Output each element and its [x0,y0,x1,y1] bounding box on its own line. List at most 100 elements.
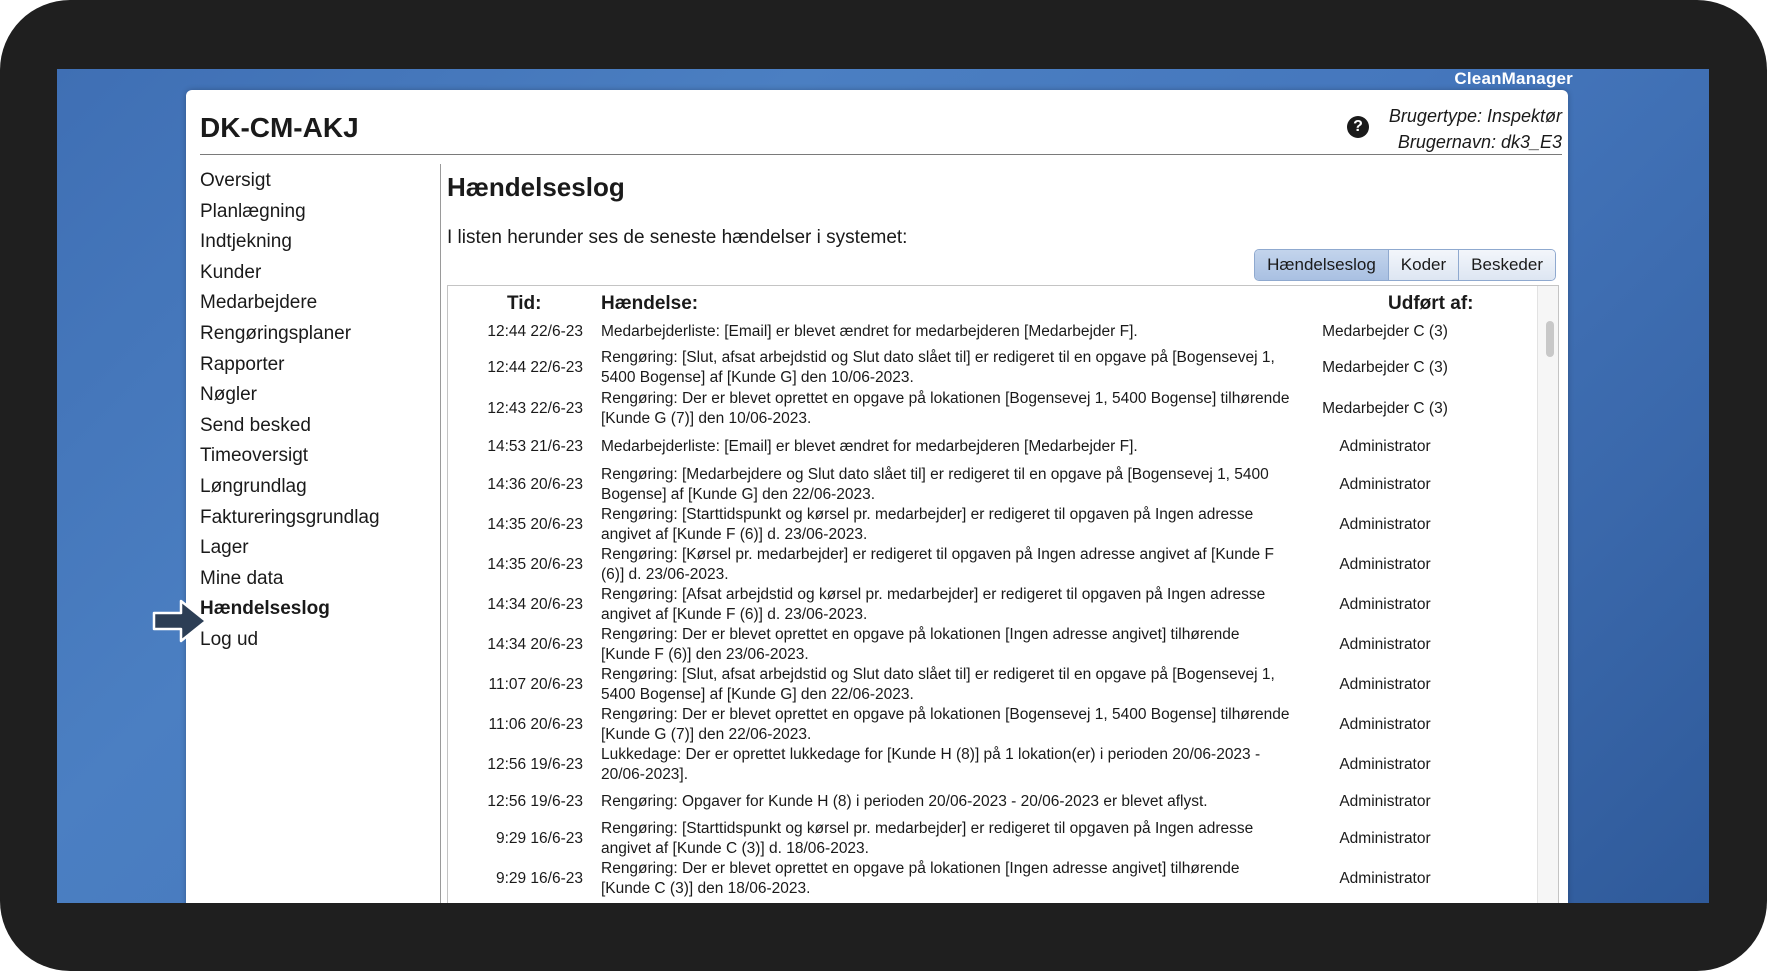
sidebar-item-send-besked[interactable]: Send besked [200,411,430,442]
table-row: 11:06 20/6-23 Rengøring: Der er blevet op… [448,705,1538,745]
table-row: 12:56 19/6-23 Lukkedage: Der er oprettet … [448,745,1538,785]
row-performed-by: Administrator [1339,870,1431,887]
column-header-performed-by: Udført af: [1388,293,1474,314]
sidebar-item-oversigt[interactable]: Oversigt [200,166,430,197]
row-time: 12:56 19/6-23 [487,793,583,810]
sidebar-item-kunder[interactable]: Kunder [200,258,430,289]
row-time: 14:34 20/6-23 [487,596,583,613]
table-row: 12:56 19/6-23 Rengøring: Opgaver for Kund… [448,785,1538,819]
row-performed-by: Medarbejder C (3) [1322,359,1448,376]
row-time: 12:56 19/6-23 [487,756,583,773]
table-row: 9:29 16/6-23 Rengøring: Der er blevet opr… [448,859,1538,899]
row-performed-by: Administrator [1339,438,1431,455]
row-event: Medarbejderliste: [Email] er blevet ændr… [601,322,1138,340]
row-performed-by: Administrator [1339,830,1431,847]
question-circle-icon[interactable]: ? [1347,116,1369,138]
row-performed-by: Medarbejder C (3) [1322,400,1448,417]
sidebar-item-mine-data[interactable]: Mine data [200,564,430,595]
sidebar-divider [440,164,441,903]
sidebar-nav: Oversigt Planlægning Indtjekning Kunder … [152,166,430,656]
row-event: Rengøring: [Starttidspunkt og kørsel pr.… [601,505,1254,543]
row-event: Rengøring: Der er blevet oprettet en opg… [601,625,1240,663]
row-time: 11:06 20/6-23 [488,716,583,733]
row-event: Rengøring: [Slut, afsat arbejdstid og Sl… [601,348,1275,386]
header-divider [200,154,1562,155]
sidebar-item-timeoversigt[interactable]: Timeoversigt [200,441,430,472]
table-row: 14:36 20/6-23 Rengøring: [Medarbejdere og… [448,465,1538,505]
desktop-screen: CleanManager DK-CM-AKJ ? Brugertype: Ins… [57,69,1709,903]
row-event: Medarbejderliste: [Email] er blevet ændr… [601,437,1138,455]
table-row: 14:34 20/6-23 Rengøring: Der er blevet op… [448,625,1538,665]
table-body: 12:44 22/6-23 Medarbejderliste: [Email] e… [448,317,1538,899]
sidebar-item-medarbejdere[interactable]: Medarbejdere [200,288,430,319]
row-event: Rengøring: Der er blevet oprettet en opg… [601,859,1240,897]
row-time: 12:44 22/6-23 [487,359,583,376]
view-tabs: Hændelseslog Koder Beskeder [1254,249,1556,281]
row-performed-by: Administrator [1339,716,1431,733]
scrollbar-thumb[interactable] [1546,321,1554,357]
table-row: 14:53 21/6-23 Medarbejderliste: [Email] e… [448,429,1538,465]
table-row: 14:35 20/6-23 Rengøring: [Starttidspunkt … [448,505,1538,545]
arrow-right-icon [152,599,208,643]
row-time: 9:29 16/6-23 [495,830,583,847]
log-scrollbar[interactable] [1537,286,1558,903]
sidebar-item-faktureringsgrundlag[interactable]: Faktureringsgrundlag [200,503,430,534]
user-name-label: Brugernavn: dk3_E3 [1397,132,1562,152]
row-performed-by: Administrator [1339,676,1431,693]
row-time: 14:34 20/6-23 [487,636,583,653]
table-row: 12:44 22/6-23 Rengøring: [Slut, afsat arb… [448,347,1538,389]
row-time: 11:07 20/6-23 [488,676,583,693]
tab-haendelseslog[interactable]: Hændelseslog [1255,250,1388,280]
row-performed-by: Administrator [1339,636,1431,653]
tab-beskeder[interactable]: Beskeder [1458,250,1555,280]
row-time: 14:35 20/6-23 [487,556,583,573]
sidebar-item-indtjekning[interactable]: Indtjekning [200,227,430,258]
row-time: 12:44 22/6-23 [487,323,583,340]
page-title: Hændelseslog [447,172,625,202]
user-type-label: Brugertype: Inspektør [1388,106,1562,126]
column-header-event: Hændelse: [601,293,699,314]
row-time: 14:53 21/6-23 [487,438,583,455]
row-event: Rengøring: [Slut, afsat arbejdstid og Sl… [601,665,1275,703]
row-performed-by: Administrator [1339,556,1431,573]
sidebar-item-haendelseslog[interactable]: Hændelseslog [200,594,430,625]
row-event: Rengøring: [Kørsel pr. medarbejder] er r… [601,545,1274,583]
table-row: 12:43 22/6-23 Rengøring: Der er blevet op… [448,389,1538,429]
sidebar-item-planlaegning[interactable]: Planlægning [200,197,430,228]
row-time: 9:29 16/6-23 [495,870,583,887]
row-event: Rengøring: [Afsat arbejdstid og kørsel p… [601,585,1266,623]
row-time: 14:35 20/6-23 [487,516,583,533]
device-bezel: CleanManager DK-CM-AKJ ? Brugertype: Ins… [0,0,1767,971]
app-window: DK-CM-AKJ ? Brugertype: Inspektør Bruger… [152,90,1568,903]
row-event: Rengøring: [Starttidspunkt og kørsel pr.… [601,819,1254,857]
row-event: Rengøring: [Medarbejdere og Slut dato sl… [601,465,1269,503]
row-performed-by: Medarbejder C (3) [1322,323,1448,340]
row-time: 12:43 22/6-23 [487,400,583,417]
row-performed-by: Administrator [1339,793,1431,810]
sidebar-item-log-ud[interactable]: Log ud [200,625,430,656]
table-row: 14:34 20/6-23 Rengøring: [Afsat arbejdsti… [448,585,1538,625]
tab-koder[interactable]: Koder [1387,250,1459,280]
table-row: 9:29 16/6-23 Rengøring: [Starttidspunkt o… [448,819,1538,859]
sidebar-item-rengoeringsplaner[interactable]: Rengøringsplaner [200,319,430,350]
row-time: 14:36 20/6-23 [487,476,583,493]
sidebar-item-loengrundlag[interactable]: Løngrundlag [200,472,430,503]
sidebar-item-noegler[interactable]: Nøgler [200,380,430,411]
table-row: 12:44 22/6-23 Medarbejderliste: [Email] e… [448,317,1538,347]
row-performed-by: Administrator [1339,596,1431,613]
brand-label: CleanManager [1454,69,1573,88]
row-event: Rengøring: Der er blevet oprettet en opg… [601,705,1290,743]
row-performed-by: Administrator [1339,516,1431,533]
row-performed-by: Administrator [1339,476,1431,493]
row-event: Rengøring: Der er blevet oprettet en opg… [601,389,1290,427]
row-event: Lukkedage: Der er oprettet lukkedage for… [601,745,1261,783]
column-header-time: Tid: [507,293,542,314]
sidebar-item-lager[interactable]: Lager [200,533,430,564]
table-row: 11:07 20/6-23 Rengøring: [Slut, afsat arb… [448,665,1538,705]
page-intro: I listen herunder ses de seneste hændels… [447,227,908,248]
sidebar-item-rapporter[interactable]: Rapporter [200,350,430,381]
site-title: DK-CM-AKJ [200,112,359,143]
row-performed-by: Administrator [1339,756,1431,773]
row-event: Rengøring: Opgaver for Kunde H (8) i per… [601,792,1208,810]
event-log-table: Tid: Hændelse: Udført af: 12:44 22/6-23 M… [447,285,1559,903]
